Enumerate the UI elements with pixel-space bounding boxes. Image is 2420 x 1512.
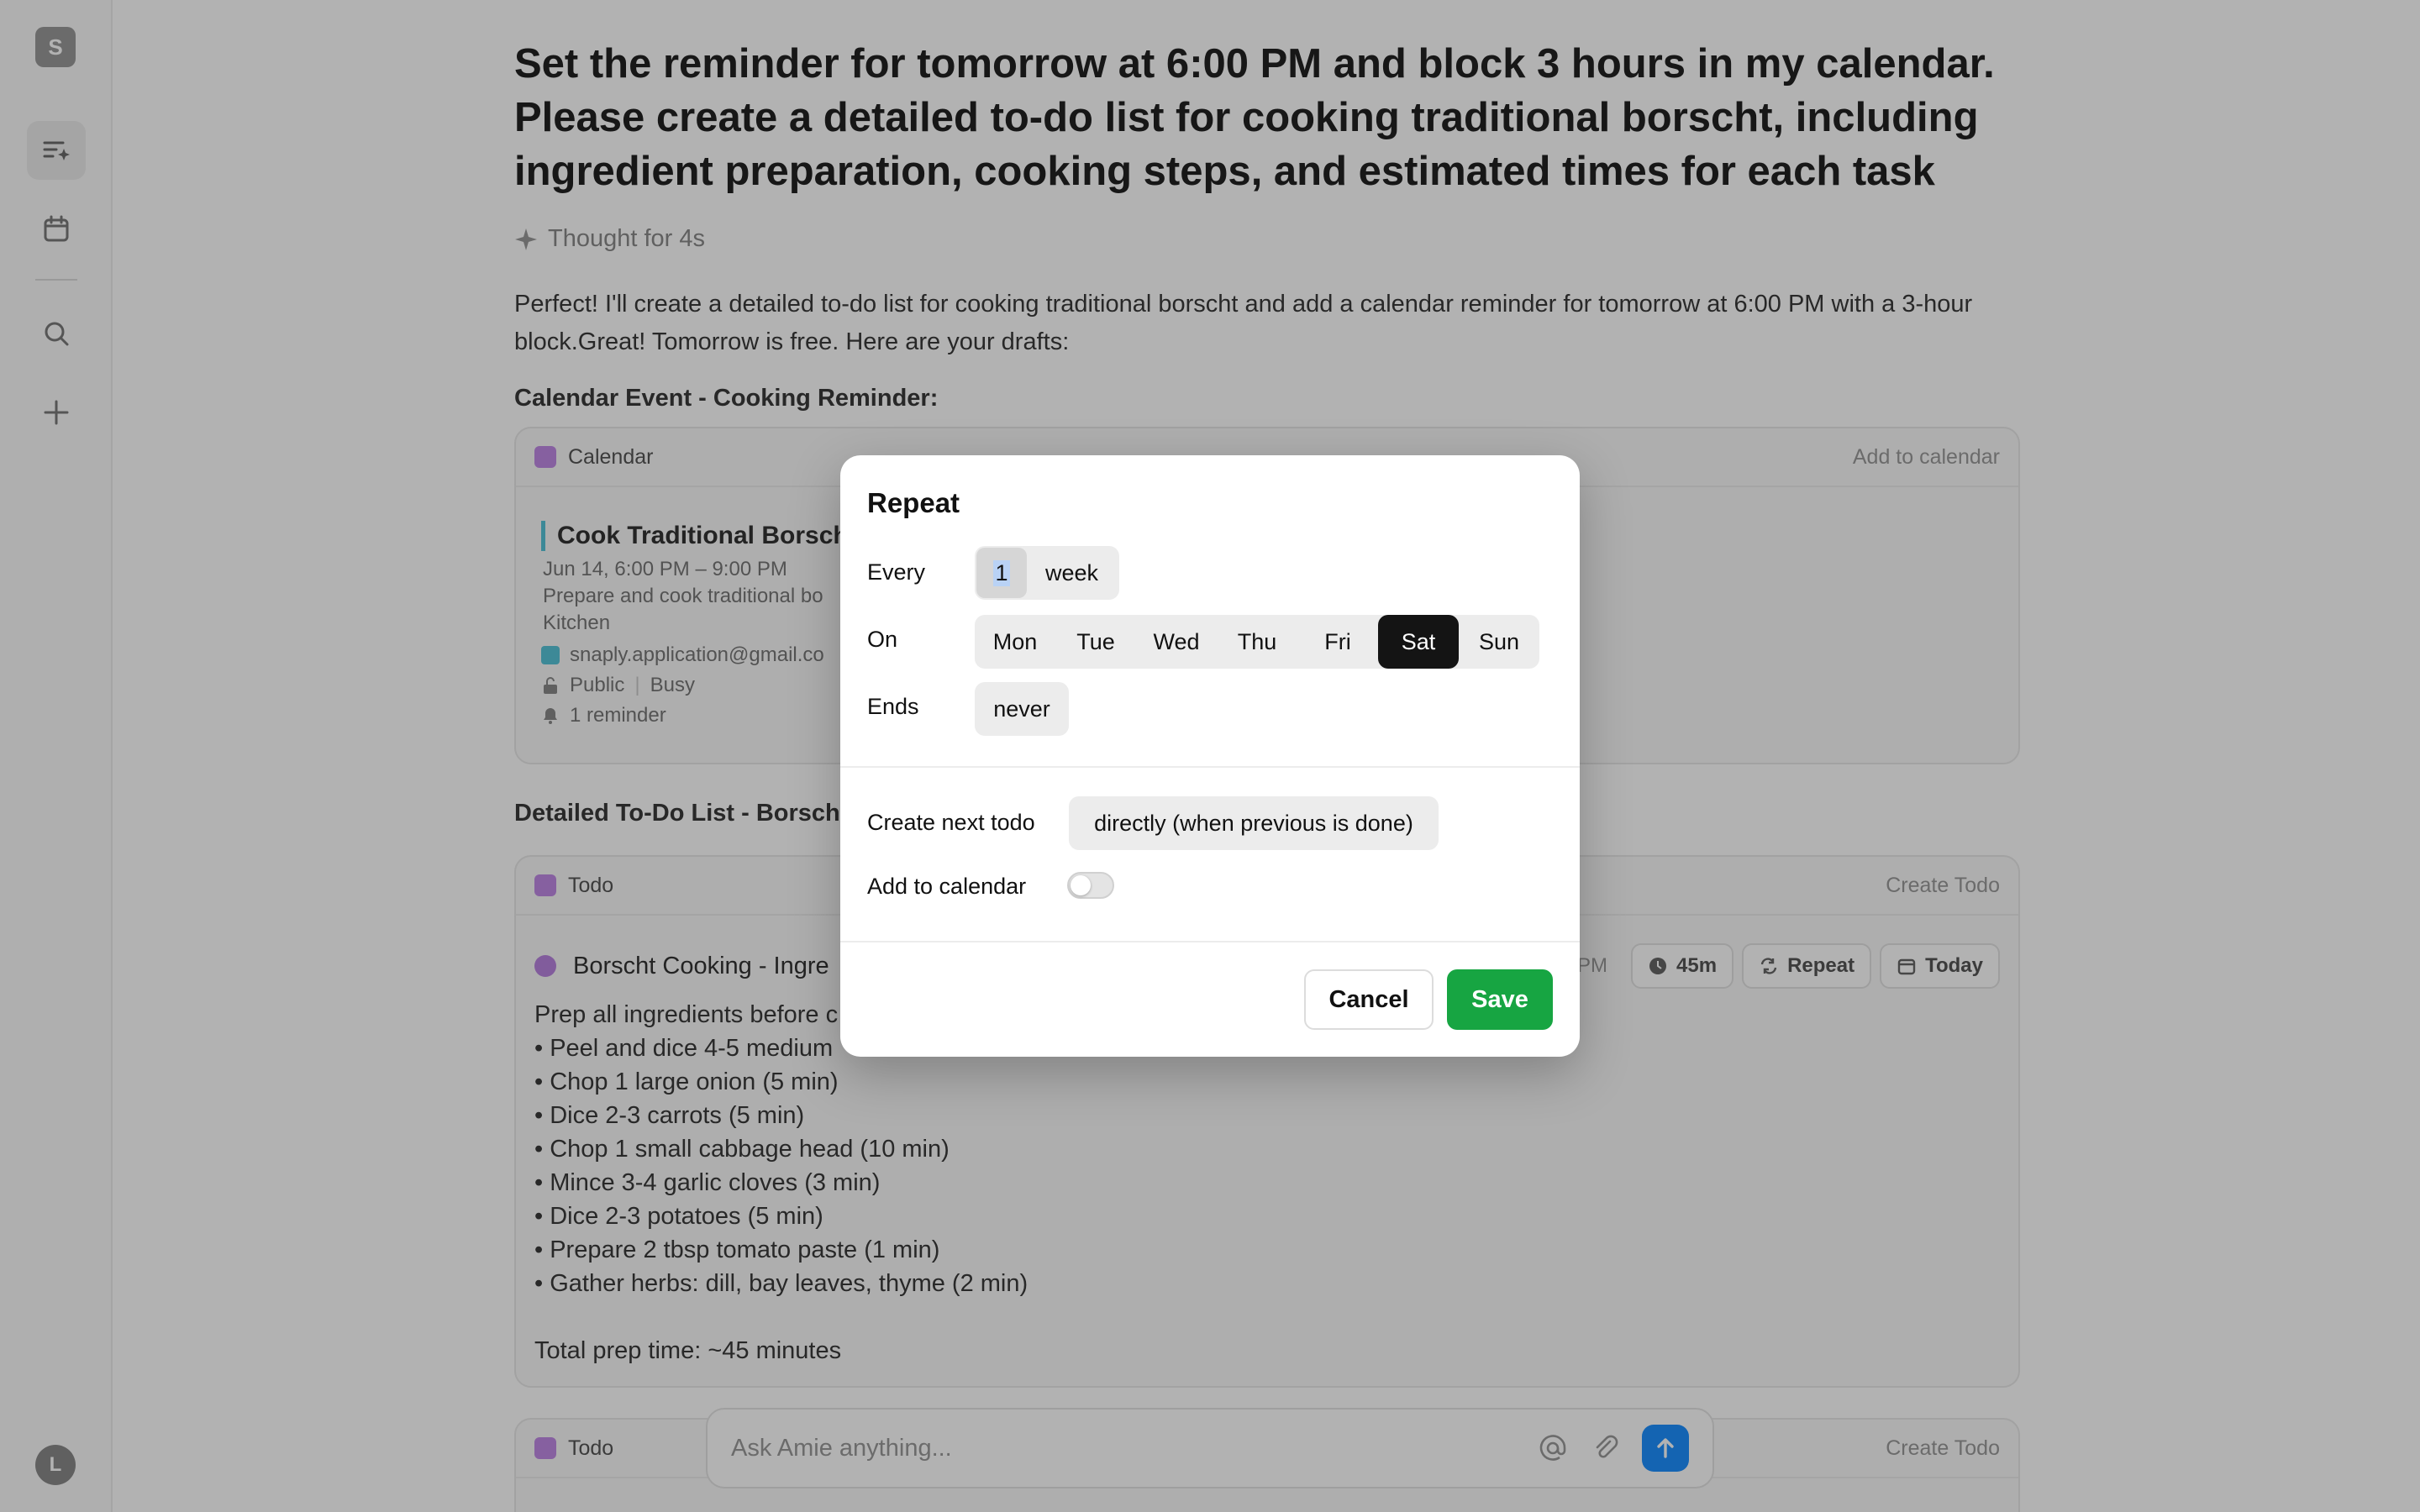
cancel-button[interactable]: Cancel (1304, 969, 1434, 1030)
every-number-wrap: 1 (975, 546, 1028, 600)
add-to-calendar-toggle[interactable] (1067, 872, 1114, 899)
day-sun[interactable]: Sun (1459, 615, 1539, 669)
on-label: On (867, 627, 898, 652)
day-sat[interactable]: Sat (1378, 615, 1459, 669)
every-unit-select[interactable]: week (1045, 560, 1098, 586)
weekday-selector: Mon Tue Wed Thu Fri Sat Sun (975, 615, 1539, 669)
every-label: Every (867, 559, 926, 585)
repeat-dialog-title: Repeat (867, 487, 960, 518)
every-number-input[interactable]: 1 (976, 548, 1027, 598)
modal-divider (840, 941, 1580, 942)
save-button[interactable]: Save (1447, 969, 1553, 1030)
day-tue[interactable]: Tue (1055, 615, 1136, 669)
repeat-dialog: Repeat Every 1 week On Mon Tue Wed Thu F… (840, 455, 1580, 1057)
day-wed[interactable]: Wed (1136, 615, 1217, 669)
every-field: 1 week (975, 546, 1119, 600)
create-next-select[interactable]: directly (when previous is done) (1069, 796, 1439, 850)
ends-select[interactable]: never (975, 682, 1069, 736)
create-next-label: Create next todo (867, 810, 1035, 835)
modal-divider (840, 766, 1580, 768)
day-thu[interactable]: Thu (1217, 615, 1297, 669)
toggle-knob (1071, 875, 1091, 895)
day-fri[interactable]: Fri (1297, 615, 1378, 669)
add-to-calendar-label: Add to calendar (867, 874, 1027, 899)
ends-label: Ends (867, 694, 919, 719)
day-mon[interactable]: Mon (975, 615, 1055, 669)
every-number-value: 1 (993, 559, 1010, 586)
